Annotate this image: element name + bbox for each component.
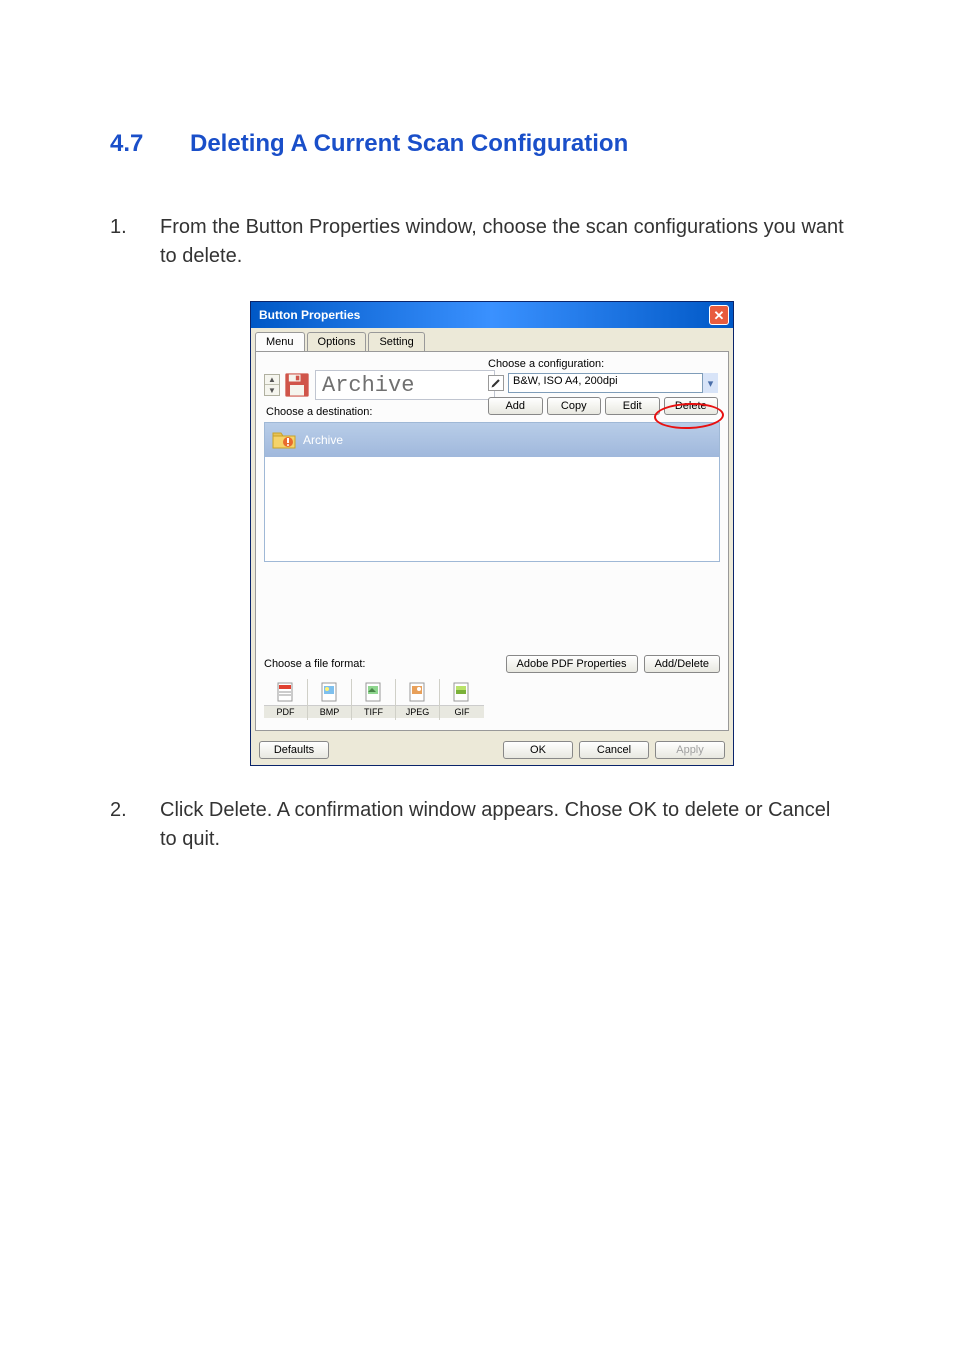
format-icon-strip: PDF BMP TIFF xyxy=(264,679,720,720)
button-properties-window: Button Properties ✕ Menu Options Setting… xyxy=(250,301,734,766)
chevron-down-icon[interactable]: ▾ xyxy=(702,373,718,393)
spinner-control[interactable]: ▲ ▼ xyxy=(264,374,280,396)
delete-button[interactable]: Delete xyxy=(664,397,719,415)
bmp-icon xyxy=(319,681,341,703)
gif-icon xyxy=(451,681,473,703)
tab-body: Choose a configuration: B&W, ISO A4, 200… xyxy=(255,351,729,731)
destination-item-label: Archive xyxy=(303,433,343,447)
format-bmp[interactable]: BMP xyxy=(308,679,352,720)
screenshot-figure: Button Properties ✕ Menu Options Setting… xyxy=(250,301,844,766)
copy-button[interactable]: Copy xyxy=(547,397,602,415)
configuration-label: Choose a configuration: xyxy=(488,358,718,370)
pen-icon xyxy=(488,375,504,391)
defaults-button[interactable]: Defaults xyxy=(259,741,329,759)
step-number: 1. xyxy=(110,213,160,271)
section-heading: 4.7 Deleting A Current Scan Configuratio… xyxy=(110,130,844,158)
step-number: 2. xyxy=(110,796,160,854)
configuration-group: Choose a configuration: B&W, ISO A4, 200… xyxy=(488,358,718,415)
window-titlebar: Button Properties ✕ xyxy=(251,302,733,328)
tab-strip: Menu Options Setting xyxy=(251,328,733,351)
close-icon[interactable]: ✕ xyxy=(709,305,729,325)
section-title: Deleting A Current Scan Configuration xyxy=(190,130,628,158)
format-jpeg-label: JPEG xyxy=(396,705,439,718)
window-title: Button Properties xyxy=(259,308,360,322)
add-button[interactable]: Add xyxy=(488,397,543,415)
edit-button[interactable]: Edit xyxy=(605,397,660,415)
file-format-label: Choose a file format: xyxy=(264,658,366,670)
pdf-icon xyxy=(275,681,297,703)
adobe-pdf-properties-button[interactable]: Adobe PDF Properties xyxy=(506,655,638,673)
profile-name-input[interactable]: Archive xyxy=(315,370,495,400)
file-format-section: Choose a file format: Adobe PDF Properti… xyxy=(264,655,720,720)
format-tiff[interactable]: TIFF xyxy=(352,679,396,720)
format-jpeg[interactable]: JPEG xyxy=(396,679,440,720)
profile-name-value: Archive xyxy=(322,373,414,398)
spinner-up-icon[interactable]: ▲ xyxy=(265,375,279,385)
folder-icon xyxy=(271,428,297,452)
section-number: 4.7 xyxy=(110,130,190,158)
destination-list[interactable]: Archive xyxy=(264,422,720,562)
format-pdf-label: PDF xyxy=(264,705,307,718)
format-gif[interactable]: GIF xyxy=(440,679,484,720)
tiff-icon xyxy=(363,681,385,703)
format-bmp-label: BMP xyxy=(308,705,351,718)
format-tiff-label: TIFF xyxy=(352,705,395,718)
list-item[interactable]: Archive xyxy=(265,423,719,457)
dialog-button-bar: Defaults OK Cancel Apply xyxy=(251,735,733,765)
ok-button[interactable]: OK xyxy=(503,741,573,759)
cancel-button[interactable]: Cancel xyxy=(579,741,649,759)
step-2-text: Click Delete. A confirmation window appe… xyxy=(160,796,844,854)
jpeg-icon xyxy=(407,681,429,703)
format-gif-label: GIF xyxy=(440,705,484,718)
spinner-down-icon[interactable]: ▼ xyxy=(265,385,279,395)
floppy-icon xyxy=(283,371,311,399)
configuration-select[interactable]: B&W, ISO A4, 200dpi xyxy=(508,373,718,393)
tab-setting[interactable]: Setting xyxy=(368,332,424,351)
add-delete-button[interactable]: Add/Delete xyxy=(644,655,720,673)
tab-menu[interactable]: Menu xyxy=(255,332,305,351)
tab-options[interactable]: Options xyxy=(307,332,367,351)
format-pdf[interactable]: PDF xyxy=(264,679,308,720)
configuration-select-value: B&W, ISO A4, 200dpi xyxy=(513,375,618,387)
step-1-text: From the Button Properties window, choos… xyxy=(160,213,844,271)
apply-button[interactable]: Apply xyxy=(655,741,725,759)
